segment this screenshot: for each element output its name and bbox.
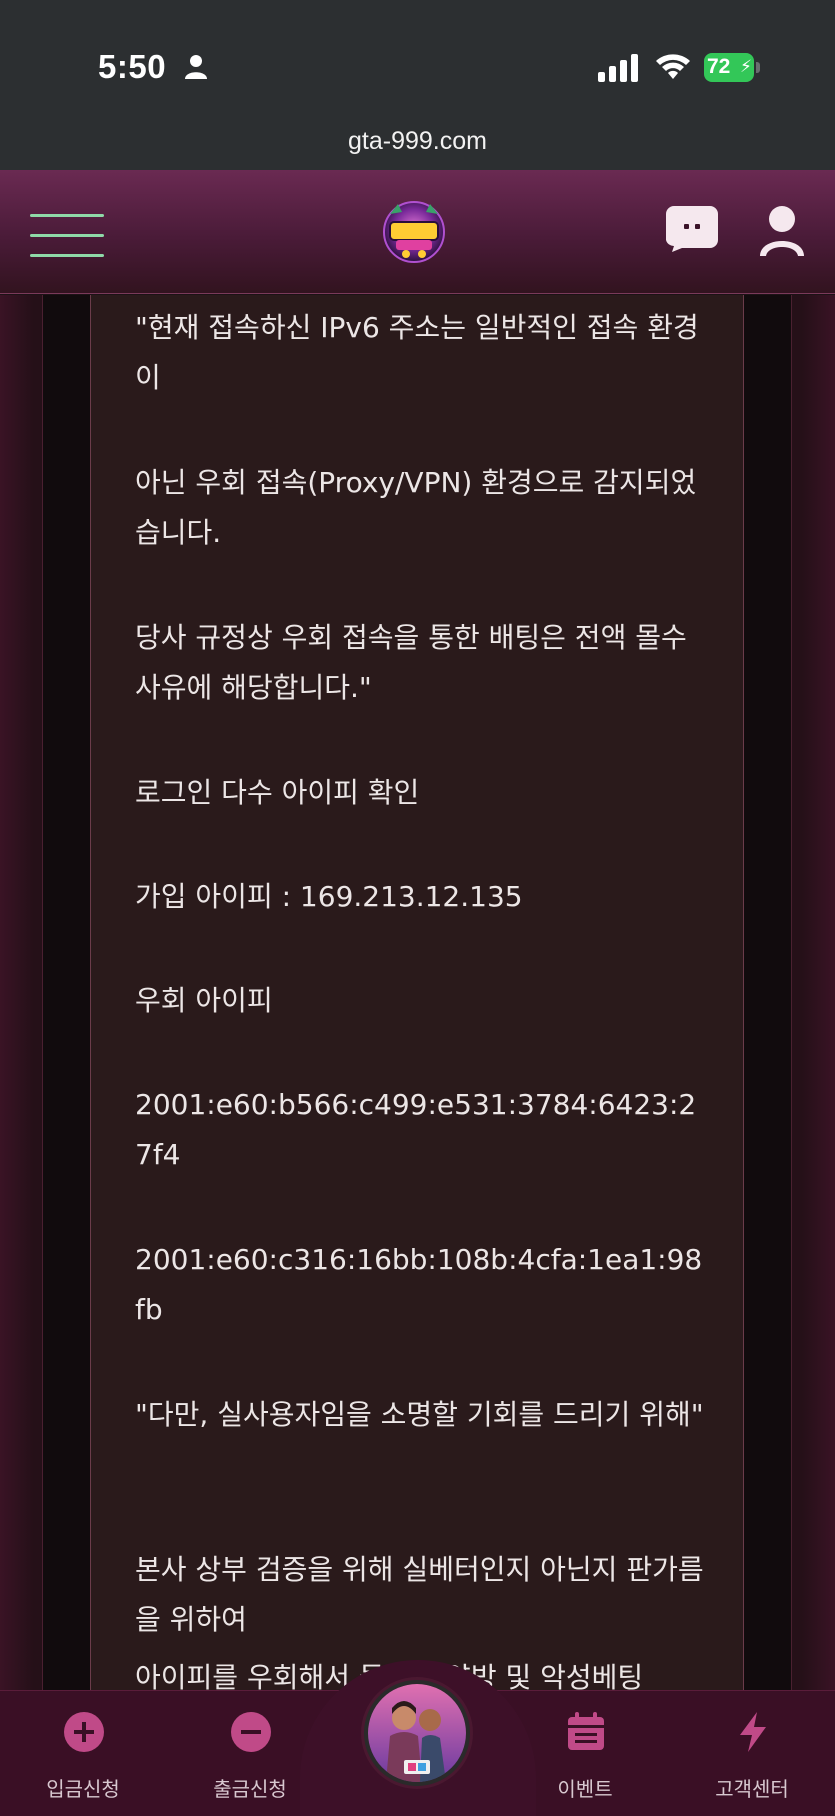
plus-circle-icon [64,1712,104,1752]
notice-paragraph: 아닌 우회 접속(Proxy/VPN) 환경으로 감지되었습니다. [135,466,697,549]
battery-percent: 72 [707,55,731,78]
ios-status-bar: 5:50 72 ⚡ gta-999.com [0,0,835,170]
right-side-column [744,295,792,1690]
status-time: 5:50 [98,48,167,85]
wifi-icon [656,54,690,79]
signup-ip-line: 가입 아이피 : 169.213.12.135 [135,880,523,913]
charging-bolt-icon: ⚡ [740,57,752,76]
notice-paragraph: 로그인 다수 아이피 확인 [135,776,420,809]
bypass-ip-address: 2001:e60:b566:c499:e531:3784:6423:27f4 [135,1088,697,1171]
notice-paragraph: "현재 접속하신 IPv6 주소는 일반적인 접속 환경이 [135,311,699,394]
lightning-bolt-icon [740,1712,766,1752]
address-bar-url[interactable]: gta-999.com [0,127,835,156]
notice-paragraph: "다만, 실사용자임을 소명할 기회를 드리기 위해" [135,1398,704,1431]
cellular-signal-icon [598,54,638,82]
hamburger-menu-icon[interactable] [30,207,104,257]
battery-indicator: 72 ⚡ [704,53,760,82]
bypass-ip-address: 2001:e60:c316:16bb:108b:4cfa:1ea1:98fb [135,1243,703,1326]
nav-support-button[interactable]: 고객센터 [677,1691,827,1816]
character-avatar-art [368,1684,466,1782]
left-side-column [42,295,90,1690]
notice-paragraph: 우회 아이피 [135,984,273,1017]
chat-bubble-icon[interactable] [666,206,718,252]
nav-deposit-label: 입금신청 [46,1777,120,1801]
calendar-icon [568,1712,604,1750]
nav-support-label: 고객센터 [715,1777,789,1801]
user-profile-icon[interactable] [758,204,806,256]
nav-deposit-button[interactable]: 입금신청 [8,1691,158,1816]
message-panel: "현재 접속하신 IPv6 주소는 일반적인 접속 환경이 아닌 우회 접속(P… [90,295,744,1690]
app-header [0,170,835,294]
person-icon [185,55,207,79]
game-character-icon[interactable] [364,1680,470,1786]
notice-paragraph: 본사 상부 검증을 위해 실베터인지 아닌지 판가름을 위하여 [135,1553,704,1636]
minus-circle-icon [231,1712,271,1752]
notice-paragraph: 당사 규정상 우회 접속을 통한 배팅은 전액 몰수 사유에 해당합니다." [135,621,687,704]
gta-casino-logo[interactable] [376,196,452,266]
